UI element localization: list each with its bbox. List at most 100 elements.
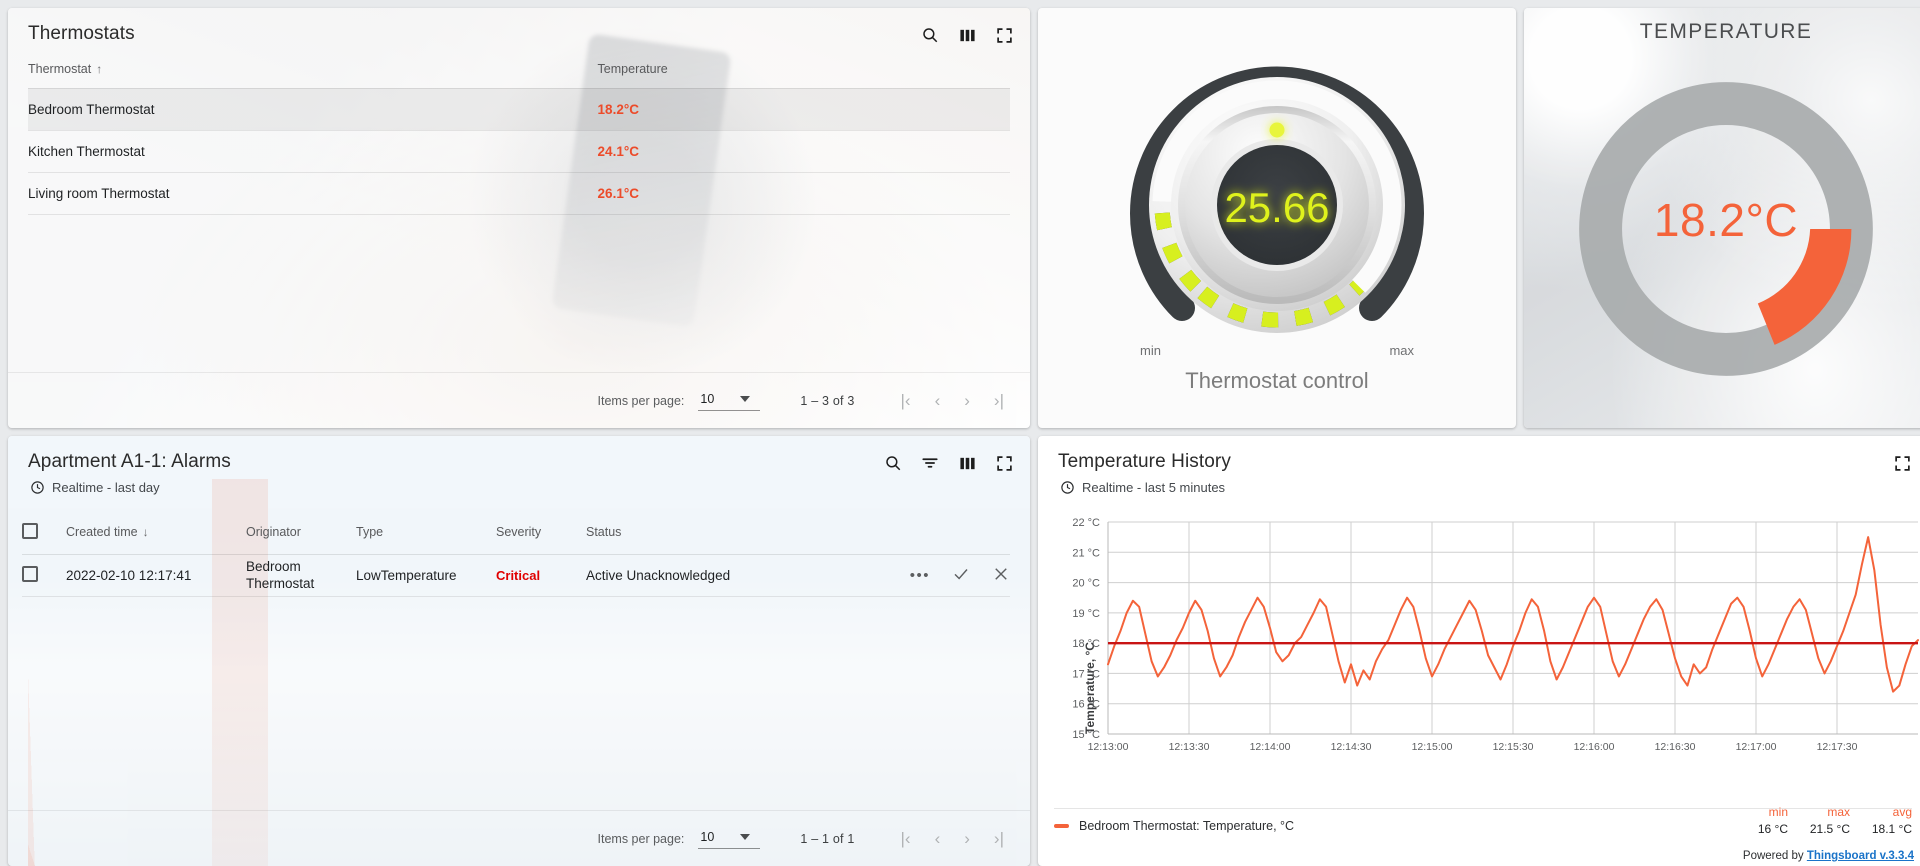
thermostat-knob-widget[interactable]: 25.66 min max Thermostat control <box>1038 8 1516 428</box>
history-toolbar <box>1892 450 1912 473</box>
history-timewindow-label: Realtime - last 5 minutes <box>1082 479 1226 495</box>
svg-text:12:15:00: 12:15:00 <box>1412 741 1453 753</box>
thingsboard-link[interactable]: Thingsboard v.3.3.4 <box>1807 850 1914 862</box>
knob-max-label: max <box>1389 343 1414 358</box>
filter-icon[interactable] <box>920 453 940 473</box>
alarms-table-wrap: Created time ↓ Originator Type Severity S… <box>8 509 1030 597</box>
search-icon[interactable] <box>883 453 903 473</box>
stat-max-header: max <box>1827 805 1850 819</box>
column-header-status[interactable]: Status <box>586 509 816 555</box>
pagination-buttons: |‹ ‹ › ›| <box>901 830 1005 847</box>
search-icon[interactable] <box>920 25 940 45</box>
knob-stage: 25.66 min max Thermostat control <box>1112 38 1442 398</box>
fullscreen-icon[interactable] <box>994 25 1014 45</box>
cell-thermostat-name: Bedroom Thermostat <box>28 101 155 117</box>
items-per-page-label: Items per page: <box>597 831 685 846</box>
alarm-row-actions: ••• <box>816 565 1010 586</box>
knob-min-label: min <box>1140 343 1161 358</box>
chevron-down-icon <box>740 396 751 402</box>
thermostat-control-panel: 25.66 min max Thermostat control <box>1038 8 1516 428</box>
knob-pointer-dot <box>1269 122 1285 138</box>
clock-icon <box>31 481 44 494</box>
alarms-timewindow[interactable]: Realtime - last day <box>30 480 231 495</box>
column-label-created-time: Created time <box>66 525 138 540</box>
acknowledge-icon[interactable] <box>952 565 970 586</box>
knob-svg[interactable]: 25.66 <box>1112 40 1442 370</box>
previous-page-button[interactable]: ‹ <box>935 830 941 847</box>
stat-min-header: min <box>1768 805 1788 819</box>
svg-text:18 °C: 18 °C <box>1072 638 1100 650</box>
thermostats-table-body: Bedroom Thermostat 18.2°C Kitchen Thermo… <box>28 88 1010 215</box>
items-per-page-value: 10 <box>700 392 715 406</box>
thermostats-title: Thermostats <box>28 23 135 44</box>
stat-min-value: 16 °C <box>1757 822 1788 836</box>
last-page-button[interactable]: ›| <box>994 392 1004 409</box>
temperature-history-chart: 15 °C 16 °C 17 °C 18 °C 19 °C 20 °C 21 °C 22 °C… <box>1072 517 1919 753</box>
select-all-checkbox[interactable] <box>22 522 38 539</box>
alarms-table-head: Created time ↓ Originator Type Severity S… <box>22 509 1010 555</box>
temperature-history-panel: Temperature History Realtime - last 5 mi… <box>1038 436 1920 866</box>
table-row[interactable]: Living room Thermostat 26.1°C <box>28 172 1010 215</box>
items-per-page-label: Items per page: <box>597 393 685 408</box>
table-row[interactable]: 2022-02-10 12:17:41 Bedroom Thermostat L… <box>22 554 1010 597</box>
select-all-header <box>22 509 66 555</box>
previous-page-button[interactable]: ‹ <box>935 392 941 409</box>
clear-icon[interactable] <box>992 565 1010 586</box>
sort-desc-icon: ↓ <box>142 525 149 540</box>
columns-icon[interactable] <box>957 453 977 473</box>
column-header-severity[interactable]: Severity <box>496 509 586 555</box>
alarms-background-image <box>8 436 1030 866</box>
items-per-page-select[interactable]: 10 <box>698 390 761 411</box>
columns-icon[interactable] <box>957 25 977 45</box>
column-label-thermostat: Thermostat <box>28 61 92 76</box>
fullscreen-icon[interactable] <box>994 453 1014 473</box>
svg-text:12:14:30: 12:14:30 <box>1331 741 1372 753</box>
fullscreen-icon[interactable] <box>1892 453 1912 473</box>
items-per-page-select[interactable]: 10 <box>698 828 761 849</box>
more-icon[interactable]: ••• <box>910 567 930 584</box>
clock-icon <box>1061 481 1074 494</box>
alarms-toolbar <box>883 450 1014 473</box>
alarms-title: Apartment A1-1: Alarms <box>28 451 231 472</box>
cell-thermostat-name: Kitchen Thermostat <box>28 143 145 159</box>
stat-avg-header: avg <box>1892 805 1912 819</box>
thermostats-header-row: Thermostat ↑ Temperature <box>28 48 1010 89</box>
cell-status: Active Unacknowledged <box>586 567 731 583</box>
column-header-created-time[interactable]: Created time ↓ <box>66 509 246 555</box>
svg-text:21 °C: 21 °C <box>1072 547 1100 559</box>
column-header-temperature[interactable]: Temperature <box>598 48 1010 89</box>
svg-text:17 °C: 17 °C <box>1072 668 1100 680</box>
column-header-thermostat[interactable]: Thermostat ↑ <box>28 48 598 89</box>
history-title: Temperature History <box>1058 451 1231 472</box>
thermostats-paginator: Items per page: 10 1 – 3 of 3 |‹ ‹ › ›| <box>8 372 1030 428</box>
table-row[interactable]: Kitchen Thermostat 24.1°C <box>28 130 1010 173</box>
column-header-actions <box>816 509 1010 555</box>
svg-text:15 °C: 15 °C <box>1072 729 1100 741</box>
first-page-button[interactable]: |‹ <box>901 830 911 847</box>
powered-by: Powered by Thingsboard v.3.3.4 <box>1743 850 1914 862</box>
alarms-table: Created time ↓ Originator Type Severity S… <box>22 509 1010 597</box>
svg-text:12:17:00: 12:17:00 <box>1736 741 1777 753</box>
thermostats-toolbar <box>920 22 1014 45</box>
thermostats-table-head: Thermostat ↑ Temperature <box>28 48 1010 89</box>
cell-temperature: 24.1°C <box>597 143 639 159</box>
legend-label: Bedroom Thermostat: Temperature, °C <box>1079 819 1295 833</box>
alarms-timewindow-label: Realtime - last day <box>52 479 160 495</box>
svg-text:12:16:00: 12:16:00 <box>1574 741 1615 753</box>
column-header-type[interactable]: Type <box>356 509 496 555</box>
temperature-gauge-value: 18.2°C <box>1653 194 1799 247</box>
next-page-button[interactable]: › <box>964 392 970 409</box>
row-select-cell <box>22 554 66 596</box>
next-page-button[interactable]: › <box>964 830 970 847</box>
alarms-table-body: 2022-02-10 12:17:41 Bedroom Thermostat L… <box>22 554 1010 597</box>
alarms-paginator: Items per page: 10 1 – 1 of 1 |‹ ‹ › ›| <box>8 810 1030 866</box>
row-checkbox[interactable] <box>22 565 38 582</box>
pagination-buttons: |‹ ‹ › ›| <box>901 392 1005 409</box>
column-header-originator[interactable]: Originator <box>246 509 356 555</box>
svg-text:12:13:00: 12:13:00 <box>1088 741 1129 753</box>
last-page-button[interactable]: ›| <box>994 830 1004 847</box>
first-page-button[interactable]: |‹ <box>901 392 911 409</box>
history-timewindow[interactable]: Realtime - last 5 minutes <box>1060 480 1231 495</box>
powered-by-prefix: Powered by <box>1742 850 1807 862</box>
table-row[interactable]: Bedroom Thermostat 18.2°C <box>28 88 1010 131</box>
